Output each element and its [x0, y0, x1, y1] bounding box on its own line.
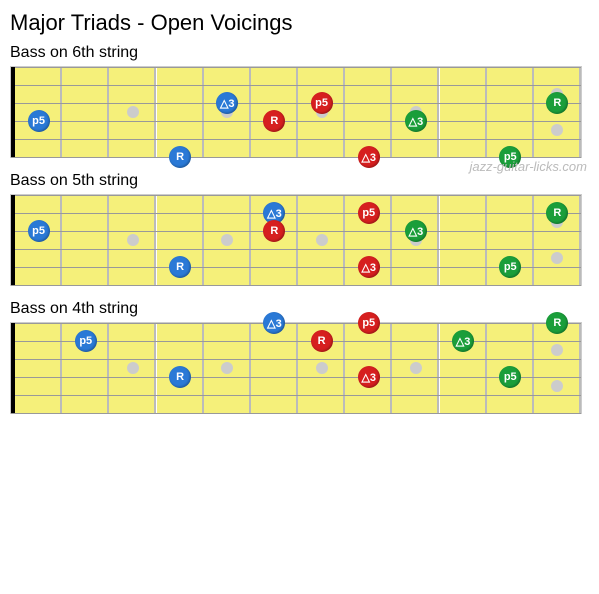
note-dot: p5 [28, 220, 50, 242]
fret-marker [127, 234, 139, 246]
note-dot: p5 [499, 366, 521, 388]
fret-marker [316, 362, 328, 374]
fret-marker [221, 362, 233, 374]
fret-marker [551, 252, 563, 264]
fret-marker [316, 234, 328, 246]
fret-marker [551, 380, 563, 392]
fretboard: p5R△3R△3p5△3p5R [10, 322, 589, 414]
note-dot: △3 [358, 146, 380, 168]
note-dot: R [169, 146, 191, 168]
diagram-subtitle: Bass on 5th string [10, 172, 589, 190]
note-dot: R [169, 366, 191, 388]
note-dot: p5 [358, 312, 380, 334]
fretboard: p5R△3R△3p5△3p5R [10, 194, 589, 286]
diagram-subtitle: Bass on 6th string [10, 44, 589, 62]
note-dot: △3 [263, 312, 285, 334]
note-dot: △3 [216, 92, 238, 114]
note-dot: R [546, 312, 568, 334]
note-dot: R [263, 220, 285, 242]
note-dot: R [169, 256, 191, 278]
page-title: Major Triads - Open Voicings [10, 10, 589, 36]
fret-marker [127, 362, 139, 374]
note-dot: p5 [311, 92, 333, 114]
fret-marker [551, 124, 563, 136]
note-dot: △3 [358, 366, 380, 388]
note-dot: R [546, 202, 568, 224]
fret-marker [410, 362, 422, 374]
fret-marker [127, 106, 139, 118]
diagram-subtitle: Bass on 4th string [10, 300, 589, 318]
note-dot: R [311, 330, 333, 352]
note-dot: R [263, 110, 285, 132]
fretboard: p5R△3R△3p5△3p5Rjazz-guitar-licks.com [10, 66, 589, 158]
note-dot: p5 [75, 330, 97, 352]
note-dot: p5 [358, 202, 380, 224]
fret-marker [221, 234, 233, 246]
note-dot: R [546, 92, 568, 114]
note-dot: △3 [405, 220, 427, 242]
diagrams-container: Bass on 6th string p5 R △3 R △3 p5 △3 p5 Rjazz-gu… [10, 44, 589, 414]
attribution-text: jazz-guitar-licks.com [469, 159, 587, 174]
fret-marker [551, 344, 563, 356]
note-dot: p5 [28, 110, 50, 132]
note-dot: △3 [452, 330, 474, 352]
note-dot: p5 [499, 256, 521, 278]
note-dot: △3 [405, 110, 427, 132]
note-dot: △3 [358, 256, 380, 278]
